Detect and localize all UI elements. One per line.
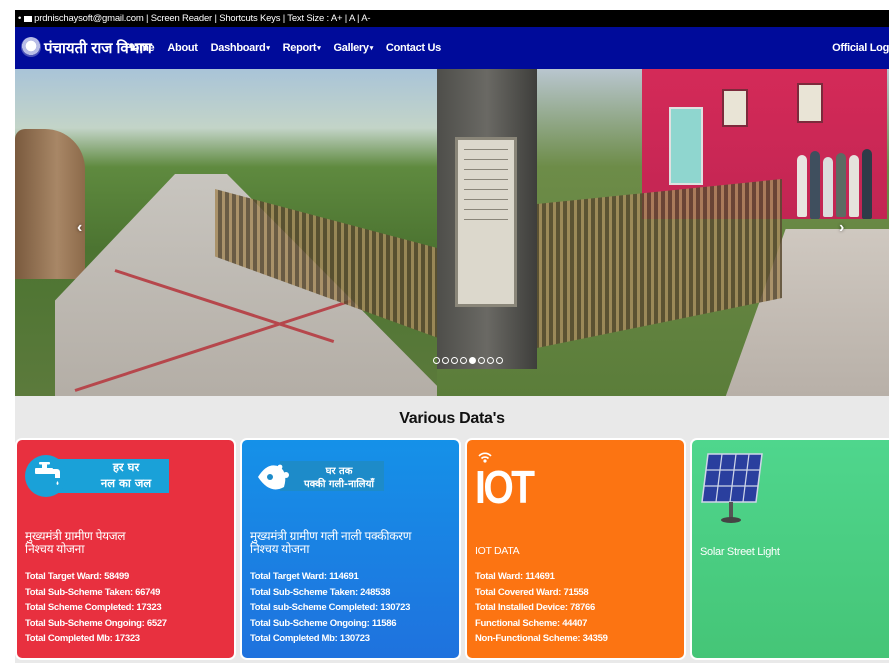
card-solar-street-light[interactable]: Solar Street Light bbox=[690, 438, 889, 660]
stat-total-ward: Total Ward: 114691 bbox=[475, 571, 555, 582]
stat-functional-scheme: Functional Scheme: 44407 bbox=[475, 617, 588, 629]
stat-completed-mb: Total Completed Mb: 130723 bbox=[250, 633, 370, 645]
carousel-prev-button[interactable]: ‹ bbox=[77, 219, 82, 237]
nav-item-contact[interactable]: Contact Us bbox=[386, 42, 441, 54]
scheme-title: Solar Street Light bbox=[700, 546, 780, 558]
stat-target-ward: Total Target Ward: 114691 bbox=[250, 571, 359, 582]
banner-line-1: हर घर bbox=[112, 460, 140, 474]
house-window bbox=[722, 89, 748, 127]
hero-carousel[interactable]: ‹ › bbox=[15, 69, 889, 396]
iot-logo: IOT bbox=[475, 448, 555, 518]
villager bbox=[810, 151, 820, 219]
stat-sub-scheme-ongoing: Total Sub-Scheme Ongoing: 6527 bbox=[25, 617, 167, 629]
nav-item-dashboard[interactable]: Dashboard▾ bbox=[211, 42, 270, 54]
nav-item-report[interactable]: Report▾ bbox=[283, 42, 321, 54]
carousel-indicators bbox=[433, 357, 503, 364]
bullet: • bbox=[18, 13, 22, 24]
separator: | bbox=[342, 13, 349, 24]
card-iot-data[interactable]: IOT IOT DATA Total Ward: 114691 Total Co… bbox=[465, 438, 686, 660]
banner-line-2: नल का जल bbox=[100, 476, 152, 490]
emblem-logo-icon[interactable] bbox=[21, 37, 41, 57]
chevron-down-icon: ▾ bbox=[369, 45, 374, 52]
stat-non-functional-scheme: Non-Functional Scheme: 34359 bbox=[475, 633, 608, 645]
text-size-decrease[interactable]: A- bbox=[361, 13, 370, 24]
text-size-label: Text Size : bbox=[287, 13, 329, 24]
text-size-increase[interactable]: A+ bbox=[331, 13, 343, 24]
stat-scheme-completed: Total Scheme Completed: 17323 bbox=[25, 602, 162, 614]
iot-logo-text: IOT bbox=[475, 461, 535, 513]
carousel-dot[interactable] bbox=[469, 357, 476, 364]
carousel-dot[interactable] bbox=[460, 357, 467, 364]
ghar-tak-pakki-gali-logo: घर तक पक्की गली-नालियाँ bbox=[250, 455, 386, 497]
screen-reader-link[interactable]: Screen Reader bbox=[151, 13, 213, 24]
villager bbox=[862, 149, 872, 219]
inscription-plaque bbox=[455, 137, 517, 307]
nav-menu: Home About Dashboard▾ Report▾ Gallery▾ C… bbox=[125, 42, 454, 54]
stat-sub-scheme-taken: Total Sub-Scheme Taken: 248538 bbox=[250, 586, 391, 598]
page: • prdnischaysoft@gmail.com | Screen Reade… bbox=[0, 0, 889, 663]
scheme-title: मुख्यमंत्री ग्रामीण गली नाली पक्कीकरण नि… bbox=[250, 530, 411, 556]
mail-icon bbox=[24, 15, 33, 22]
card-ghar-tak-pakki-gali[interactable]: घर तक पक्की गली-नालियाँ मुख्यमंत्री ग्रा… bbox=[240, 438, 461, 660]
scheme-title: IOT DATA bbox=[475, 545, 520, 557]
chevron-down-icon: ▾ bbox=[266, 45, 270, 52]
scheme-title: मुख्यमंत्री ग्रामीण पेयजल निश्चय योजना bbox=[25, 530, 125, 556]
carousel-dot[interactable] bbox=[478, 357, 485, 364]
carousel-dot[interactable] bbox=[487, 357, 494, 364]
chevron-down-icon: ▾ bbox=[317, 45, 321, 52]
carousel-dot[interactable] bbox=[496, 357, 503, 364]
stat-completed-mb: Total Completed Mb: 17323 bbox=[25, 633, 140, 645]
house-window bbox=[797, 83, 823, 123]
nav-item-gallery[interactable]: Gallery▾ bbox=[334, 42, 374, 54]
har-ghar-nal-logo: हर घर नल का जल bbox=[25, 455, 171, 497]
nav-item-about[interactable]: About bbox=[167, 42, 198, 54]
slide-image-paved-lane: ‹ bbox=[15, 69, 441, 396]
stat-sub-scheme-ongoing: Total Sub-Scheme Ongoing: 11586 bbox=[250, 617, 397, 629]
villager bbox=[836, 153, 846, 217]
stats-list: Total Target Ward: 58499 Total Sub-Schem… bbox=[25, 569, 167, 647]
stats-list: Total Target Ward: 114691 Total Sub-Sche… bbox=[250, 569, 410, 647]
carousel-next-button[interactable]: › bbox=[839, 219, 844, 237]
official-login-link[interactable]: Official Log bbox=[832, 42, 889, 54]
accessibility-bar: • prdnischaysoft@gmail.com | Screen Reade… bbox=[15, 10, 889, 27]
scheme-title-line-2: निश्चय योजना bbox=[250, 542, 310, 556]
solar-panel-icon bbox=[701, 453, 763, 523]
stat-sub-scheme-taken: Total Sub-Scheme Taken: 66749 bbox=[25, 586, 161, 598]
stats-list: Total Ward: 114691 Total Covered Ward: 7… bbox=[475, 569, 608, 647]
stat-target-ward: Total Target Ward: 58499 bbox=[25, 571, 130, 582]
bamboo-fence bbox=[532, 179, 782, 349]
section-title: Various Data's bbox=[399, 410, 505, 427]
carousel-dot[interactable] bbox=[433, 357, 440, 364]
scheme-title-line-2: निश्चय योजना bbox=[25, 542, 85, 556]
contact-email[interactable]: prdnischaysoft@gmail.com bbox=[34, 13, 144, 24]
banner-line-1: घर तक bbox=[325, 466, 353, 477]
carousel-dot[interactable] bbox=[451, 357, 458, 364]
nav-item-home[interactable]: Home bbox=[125, 42, 155, 54]
villager bbox=[849, 155, 859, 217]
villager bbox=[823, 157, 833, 217]
banner-line-2: पक्की गली-नालियाँ bbox=[304, 479, 374, 490]
shortcut-keys-link[interactable]: Shortcuts Keys bbox=[219, 13, 280, 24]
stat-installed-device: Total Installed Device: 78766 bbox=[475, 602, 595, 614]
stat-covered-ward: Total Covered Ward: 71558 bbox=[475, 586, 589, 598]
mud-wall bbox=[15, 129, 85, 279]
house-door bbox=[669, 107, 703, 185]
villager bbox=[797, 155, 807, 217]
main-navbar: पंचायती राज विभाग Home About Dashboard▾ … bbox=[15, 27, 889, 69]
slide-image-village-lane: › bbox=[437, 69, 889, 396]
carousel-dot[interactable] bbox=[442, 357, 449, 364]
card-har-ghar-nal-jal[interactable]: हर घर नल का जल मुख्यमंत्री ग्रामीण पेयजल… bbox=[15, 438, 236, 660]
stat-sub-scheme-completed: Total sub-Scheme Completed: 130723 bbox=[250, 602, 411, 614]
